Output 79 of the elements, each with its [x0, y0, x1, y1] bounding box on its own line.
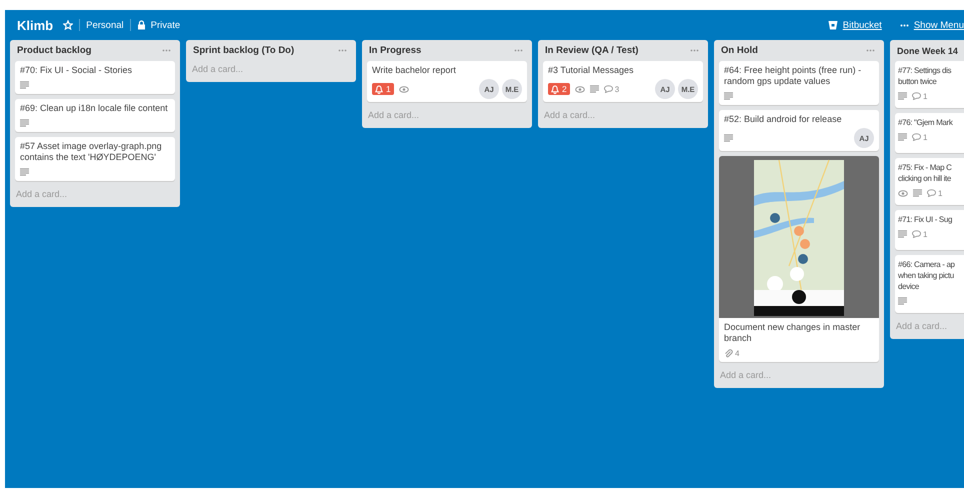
list-title: Product backlog	[17, 45, 92, 56]
comment-count: 1	[923, 92, 928, 100]
bell-icon	[551, 84, 559, 94]
show-menu-link[interactable]: Show Menu	[900, 20, 964, 30]
card-title: #64: Free height points (free run) - random gps update values	[724, 65, 862, 87]
comment-count: 3	[614, 84, 620, 94]
card-title: #57 Asset image overlay-graph.png contains the text 'HØYDEPOENG'	[20, 141, 163, 163]
comment-icon	[912, 230, 921, 238]
card[interactable]: #66: Camera - ap when taking pictu device	[895, 255, 964, 313]
description-icon	[20, 119, 29, 127]
board-title[interactable]: Klimb	[17, 18, 54, 32]
description-icon	[590, 85, 599, 93]
star-button[interactable]	[63, 20, 74, 30]
card-title: #71: Fix UI - Sug	[898, 214, 954, 225]
comment-icon	[912, 92, 921, 100]
eye-icon	[898, 190, 908, 196]
paperclip-icon	[724, 348, 733, 358]
attachment-count: 4	[735, 348, 740, 358]
card-title: #52: Build android for release	[724, 114, 843, 125]
comment-count: 1	[938, 188, 942, 198]
list-title: On Hold	[721, 45, 758, 56]
list-menu-button[interactable]	[336, 47, 349, 54]
card-title: #76: "Gjem Mark	[898, 117, 954, 128]
list-title: Sprint backlog (To Do)	[193, 45, 294, 56]
bucket-icon	[828, 20, 838, 30]
list-menu-button[interactable]	[864, 47, 877, 54]
more-icon	[162, 49, 171, 52]
list-title: In Progress	[369, 45, 422, 56]
card-title: #77: Settings dis button twice	[898, 65, 952, 87]
card[interactable]: Document new changes in master branch 4	[719, 156, 879, 362]
card-title: Document new changes in master branch	[724, 322, 862, 344]
list-menu-button[interactable]	[688, 47, 701, 54]
description-icon	[20, 168, 29, 176]
description-icon	[898, 230, 907, 238]
eye-icon	[398, 86, 409, 92]
visibility-button[interactable]: Private	[136, 20, 180, 30]
more-icon	[514, 49, 523, 52]
team-button[interactable]: Personal	[86, 20, 124, 30]
card[interactable]: #57 Asset image overlay-graph.png contains the text 'HØYDEPOENG'	[15, 137, 175, 181]
card-title: #3 Tutorial Messages	[548, 65, 635, 76]
notification-badge: 1	[372, 83, 394, 95]
list-title: Done Week 14	[897, 46, 958, 56]
bell-icon	[375, 84, 383, 94]
description-icon	[724, 92, 733, 100]
more-icon	[866, 49, 875, 52]
card[interactable]: #69: Clean up i18n locale file content	[15, 99, 175, 132]
lock-icon	[136, 20, 146, 30]
card-title: #75: Fix - Map C clicking on hill ite	[898, 162, 953, 184]
comment-count: 1	[923, 230, 928, 238]
card[interactable]: #71: Fix UI - Sug 1	[895, 210, 964, 250]
description-icon	[20, 81, 29, 89]
comment-icon	[927, 189, 936, 197]
list-menu-button[interactable]	[160, 47, 173, 54]
more-icon	[900, 24, 909, 26]
card-title: #69: Clean up i18n locale file content	[20, 103, 169, 114]
card[interactable]: #76: "Gjem Mark 1	[895, 113, 964, 153]
card-title: #66: Camera - ap when taking pictu device	[898, 259, 956, 292]
description-icon	[724, 134, 733, 142]
card-title: #70: Fix UI - Social - Stories	[20, 65, 134, 76]
comment-icon	[912, 133, 921, 141]
card[interactable]: #64: Free height points (free run) - random gps update values	[719, 61, 879, 105]
card[interactable]: #75: Fix - Map C clicking on hill ite 1	[895, 158, 964, 205]
star-icon	[63, 20, 74, 30]
eye-icon	[574, 86, 585, 92]
comment-icon	[604, 85, 613, 93]
notification-badge: 2	[548, 83, 570, 95]
bitbucket-link[interactable]: Bitbucket	[828, 20, 882, 30]
list-title: In Review (QA / Test)	[545, 45, 638, 56]
card-title: Write bachelor report	[372, 65, 457, 76]
more-icon	[690, 49, 699, 52]
card[interactable]: #70: Fix UI - Social - Stories	[15, 61, 175, 94]
list-menu-button[interactable]	[512, 47, 525, 54]
more-icon	[338, 49, 347, 52]
description-icon	[898, 133, 907, 141]
comment-count: 1	[923, 132, 928, 142]
description-icon	[913, 189, 922, 197]
description-icon	[898, 297, 907, 305]
card[interactable]: #77: Settings dis button twice 1	[895, 61, 964, 108]
description-icon	[898, 92, 907, 100]
